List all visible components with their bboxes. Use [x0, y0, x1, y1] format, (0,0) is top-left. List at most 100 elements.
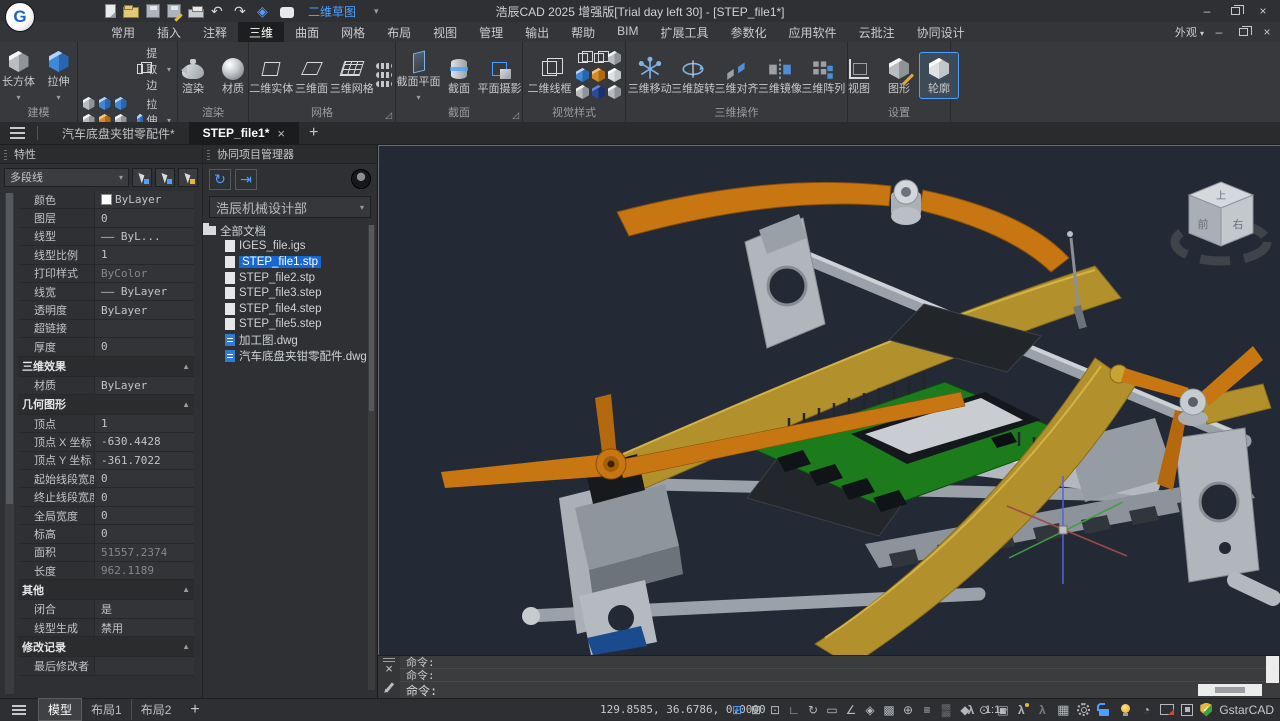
revolved-mesh-icon[interactable]	[376, 63, 392, 69]
command-input[interactable]: 命令:	[400, 682, 1280, 699]
property-row[interactable]: 打印样式 ByColor	[18, 265, 194, 283]
minimize-button[interactable]: –	[1194, 2, 1220, 20]
property-row[interactable]: 长度 962.1189	[18, 562, 194, 580]
new-layout-button[interactable]: +	[190, 701, 199, 719]
lineweight-icon[interactable]: ≡	[918, 703, 936, 717]
otrack-icon[interactable]: ∠	[842, 703, 860, 717]
property-row[interactable]: 材质 ByLayer	[18, 377, 194, 395]
layout-tab[interactable]: 模型	[38, 698, 82, 721]
menu-tab[interactable]: 云批注	[848, 22, 906, 43]
extract-edges-button[interactable]: 提取边	[134, 44, 174, 94]
property-row[interactable]: 线型生成 禁用	[18, 619, 194, 637]
quick-select-button[interactable]	[155, 168, 175, 187]
move3d-button[interactable]: 三维移动	[629, 53, 670, 98]
tree-item[interactable]: 加工图.dwg	[203, 332, 377, 348]
new-file-icon[interactable]	[105, 4, 116, 18]
menu-tab[interactable]: 视图	[422, 22, 468, 43]
flatshot-button[interactable]: 平面摄影	[480, 53, 519, 98]
property-row[interactable]: 修改记录 ▲	[18, 637, 194, 657]
property-row[interactable]: 线型 —— ByL...	[18, 228, 194, 246]
menu-tab[interactable]: 协同设计	[906, 22, 976, 43]
save-as-icon[interactable]	[167, 4, 181, 18]
property-row[interactable]: 闭合 是	[18, 600, 194, 618]
ortho-mode-icon[interactable]: ∟	[785, 703, 803, 717]
snap-grid-icon[interactable]: ⊞	[747, 703, 765, 717]
performance-gauge-icon[interactable]	[1139, 703, 1153, 717]
polar-tracking-icon[interactable]: ↻	[804, 703, 822, 717]
menu-tab[interactable]: 帮助	[560, 22, 606, 43]
visual-style-swatch[interactable]	[608, 51, 621, 65]
project-manager-header[interactable]: 协同项目管理器	[203, 145, 377, 164]
visual-style-swatch[interactable]	[608, 68, 621, 82]
mirror3d-button[interactable]: 三维镜像	[759, 53, 800, 98]
mesh3d-button[interactable]: 三维网格	[333, 53, 372, 98]
visual-style-icon[interactable]	[257, 4, 273, 19]
property-row[interactable]: 颜色 ByLayer	[18, 191, 194, 209]
property-row[interactable]: 面积 51557.2374	[18, 544, 194, 562]
materials-button[interactable]: 材质	[214, 53, 252, 98]
menu-tab[interactable]: BIM	[606, 22, 649, 43]
properties-scrollbar[interactable]	[5, 193, 14, 694]
appearance-menu[interactable]: 外观 ▾	[1175, 24, 1204, 40]
menu-tab[interactable]: 输出	[514, 22, 560, 43]
property-row[interactable]: 终止线段宽度 0	[18, 488, 194, 506]
display-warning-icon[interactable]	[1160, 704, 1174, 715]
menu-tab[interactable]: 应用软件	[778, 22, 848, 43]
box-button[interactable]: 长方体	[0, 46, 38, 105]
property-row[interactable]: 厚度 0	[18, 338, 194, 356]
visual-style-swatch[interactable]	[576, 68, 589, 82]
menu-tab[interactable]: 网格	[330, 22, 376, 43]
face3d-button[interactable]: 三维面	[293, 53, 331, 98]
redo-icon[interactable]	[234, 4, 250, 19]
solid2d-button[interactable]: 二维实体	[252, 53, 291, 98]
visual-style-swatch[interactable]	[594, 53, 604, 63]
menu-tab[interactable]: 布局	[376, 22, 422, 43]
property-row[interactable]: 最后修改者	[18, 657, 194, 675]
layout-tab[interactable]: 布局2	[132, 699, 181, 720]
property-row[interactable]: 起始线段宽度 0	[18, 470, 194, 488]
visual-style-swatch[interactable]	[592, 85, 605, 99]
unlock-icon[interactable]	[1097, 703, 1111, 717]
property-row[interactable]: 顶点 X 坐标 -630.4428	[18, 433, 194, 451]
gear-icon[interactable]	[1077, 703, 1090, 716]
menu-tab[interactable]: 扩展工具	[650, 22, 720, 43]
organization-select[interactable]: 浩辰机械设计部▾	[209, 196, 371, 218]
sync-button[interactable]: ↻	[209, 169, 231, 190]
union-icon[interactable]	[83, 97, 95, 110]
tree-item[interactable]: STEP_file4.step	[203, 301, 377, 317]
select-object-button[interactable]	[132, 168, 152, 187]
property-row[interactable]: 标高 0	[18, 525, 194, 543]
transparency-icon[interactable]: ▒	[937, 703, 955, 717]
security-shield-icon[interactable]	[1200, 703, 1212, 717]
fullscreen-icon[interactable]	[1181, 704, 1193, 716]
properties-header[interactable]: 特性	[0, 145, 202, 164]
tree-item[interactable]: STEP_file5.step	[203, 317, 377, 333]
bulb-icon[interactable]	[1118, 703, 1132, 717]
undo-icon[interactable]	[211, 4, 227, 19]
select-similar-button[interactable]	[178, 168, 198, 187]
menu-tab[interactable]: 参数化	[720, 22, 778, 43]
command-close-icon[interactable]: ×	[385, 663, 393, 675]
save-icon[interactable]	[146, 4, 160, 18]
isodraft-icon[interactable]: ▭	[823, 703, 841, 717]
property-row[interactable]: 线型比例 1	[18, 246, 194, 264]
dialog-launcher-icon[interactable]: ◿	[512, 108, 519, 123]
property-row[interactable]: 透明度 ByLayer	[18, 301, 194, 319]
snap-mode-icon[interactable]: ⊡	[766, 703, 784, 717]
viewport[interactable]: 上 前 右	[378, 145, 1280, 655]
center-snap-icon[interactable]: ⊕	[899, 703, 917, 717]
property-row[interactable]: 超链接	[18, 320, 194, 338]
annotation-scale-select[interactable]: 1:1 ▾	[985, 704, 1007, 716]
document-tab[interactable]: STEP_file1*	[189, 122, 299, 145]
open-file-icon[interactable]	[123, 7, 139, 18]
table-icon[interactable]	[1056, 703, 1070, 717]
document-tab[interactable]: 汽车底盘夹钳零配件*	[48, 122, 189, 145]
extrude-button[interactable]: 拉伸	[40, 46, 78, 105]
doc-minimize-button[interactable]: –	[1210, 23, 1228, 41]
view-button[interactable]: 视图	[840, 53, 878, 98]
restore-button[interactable]	[1222, 2, 1248, 20]
property-row[interactable]: 全局宽度 0	[18, 507, 194, 525]
render-button[interactable]: 渲染	[174, 53, 212, 98]
section-plane-button[interactable]: 截面平面	[399, 46, 438, 105]
doc-close-button[interactable]: ×	[1258, 23, 1276, 41]
